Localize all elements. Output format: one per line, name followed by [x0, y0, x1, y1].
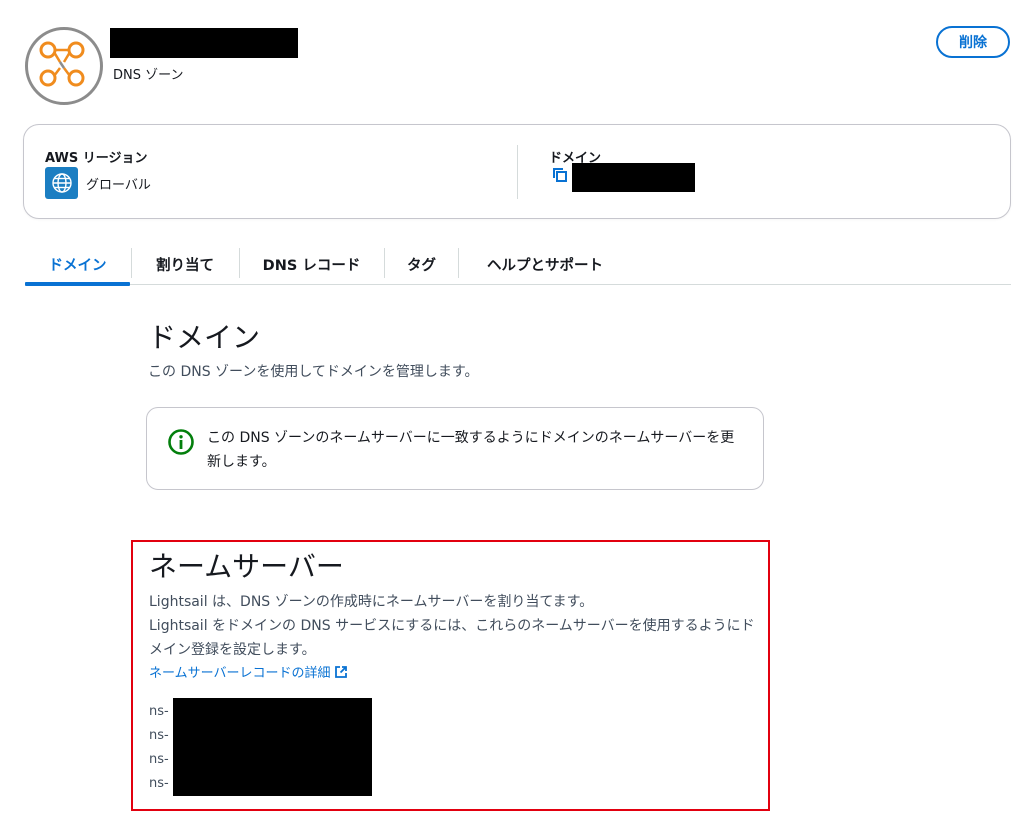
nameserver-description-2: Lightsail をドメインの DNS サービスにするには、これらのネームサー…	[149, 618, 755, 658]
info-icon	[168, 429, 194, 455]
summary-card: AWS リージョン グローバル ドメイン	[23, 124, 1011, 219]
dns-zone-icon	[39, 41, 85, 87]
card-divider	[517, 145, 518, 199]
dns-zone-avatar	[25, 27, 103, 105]
nameserver-entry: ns-	[149, 728, 169, 743]
alert-message: この DNS ゾーンのネームサーバーに一致するようにドメインのネームサーバーを更…	[207, 430, 735, 470]
nameserver-entry: ns-	[149, 704, 169, 719]
nameserver-entry: ns-	[149, 752, 169, 767]
delete-button[interactable]: 削除	[936, 26, 1010, 58]
tab-domain[interactable]: ドメイン	[25, 244, 130, 286]
region-label: AWS リージョン	[45, 151, 148, 166]
section-heading-domain: ドメイン	[148, 321, 261, 354]
tab-assignments[interactable]: 割り当て	[132, 244, 238, 284]
nameserver-records-link-label[interactable]: ネームサーバーレコードの詳細	[149, 662, 330, 681]
info-alert: この DNS ゾーンのネームサーバーに一致するようにドメインのネームサーバーを更…	[146, 407, 764, 490]
region-value: グローバル	[86, 178, 151, 193]
nameserver-entry: ns-	[149, 776, 169, 791]
nameserver-description-1: Lightsail は、DNS ゾーンの作成時にネームサーバーを割り当てます。	[149, 594, 594, 610]
nameserver-panel: ネームサーバー Lightsail は、DNS ゾーンの作成時にネームサーバーを…	[131, 540, 770, 811]
copy-icon[interactable]	[551, 166, 569, 184]
section-heading-nameservers: ネームサーバー	[149, 550, 344, 583]
domain-value-redacted	[572, 163, 695, 192]
tab-dns-records[interactable]: DNS レコード	[240, 244, 383, 284]
external-link-icon	[335, 665, 348, 678]
section-description-domain: この DNS ゾーンを使用してドメインを管理します。	[148, 364, 479, 380]
zone-name-redacted	[110, 28, 298, 58]
nameserver-values-redacted	[173, 698, 372, 796]
tab-tags[interactable]: タグ	[385, 244, 458, 284]
globe-icon	[45, 167, 78, 199]
tab-help-support[interactable]: ヘルプとサポート	[459, 244, 631, 284]
resource-type-label: DNS ゾーン	[113, 68, 184, 83]
nameserver-records-link[interactable]: ネームサーバーレコードの詳細	[149, 662, 348, 681]
tab-bar: ドメイン 割り当て DNS レコード タグ ヘルプとサポート	[25, 244, 1011, 286]
